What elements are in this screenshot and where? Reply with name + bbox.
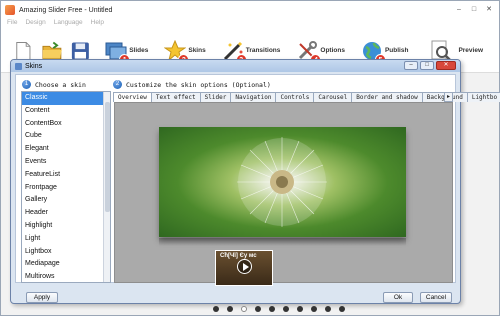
play-icon[interactable] [237, 259, 252, 274]
skins-label: Skins [188, 47, 206, 54]
preview-label: Preview [458, 47, 484, 54]
dandelion-illustration [237, 137, 327, 227]
skin-item-highlight[interactable]: Highlight [22, 220, 105, 233]
apply-button[interactable]: Apply [26, 292, 58, 303]
bullet-9[interactable] [325, 306, 331, 312]
step-circle-2: 2 [113, 80, 122, 89]
menu-design[interactable]: Design [25, 19, 45, 29]
publish-label: Publish [384, 47, 409, 54]
skin-item-cube[interactable]: Cube [22, 130, 105, 143]
tab-controls[interactable]: Controls [275, 92, 315, 102]
dialog-titlebar: Skins – □ ✕ [11, 60, 460, 72]
tab-lightbox[interactable]: Lightbo [466, 92, 500, 102]
options-tabs: Overview Text effect Slider Navigation C… [113, 92, 500, 102]
skin-item-light[interactable]: Light [22, 233, 105, 246]
skin-item-frontpage[interactable]: Frontpage [22, 182, 105, 195]
bullet-1[interactable] [213, 306, 219, 312]
choose-skin-heading: 1 Choose a skin [22, 80, 86, 89]
tab-text-effect[interactable]: Text effect [150, 92, 201, 102]
window-title: Amazing Slider Free - Untitled [19, 6, 113, 14]
menu-help[interactable]: Help [91, 19, 104, 29]
dialog-close-button[interactable]: ✕ [436, 61, 456, 70]
app-logo-icon [5, 5, 15, 15]
tab-border-and-shadow[interactable]: Border and shadow [351, 92, 423, 102]
bullet-3-active[interactable] [241, 306, 247, 312]
scrollbar-thumb[interactable] [105, 102, 110, 212]
choose-skin-label: Choose a skin [35, 80, 86, 89]
bullet-2[interactable] [227, 306, 233, 312]
skin-item-elegant[interactable]: Elegant [22, 143, 105, 156]
main-titlebar: Amazing Slider Free - Untitled – □ ✕ [1, 1, 499, 19]
skin-item-events[interactable]: Events [22, 156, 105, 169]
skin-item-multirows[interactable]: Multirows [22, 271, 105, 282]
skin-item-gallery[interactable]: Gallery [22, 194, 105, 207]
skins-dialog: Skins – □ ✕ 1 Choose a skin 2 Customize … [10, 59, 500, 312]
skin-item-mediapage[interactable]: Mediapage [22, 258, 105, 271]
skin-item-contentbox[interactable]: ContentBox [22, 118, 105, 131]
bullet-8[interactable] [311, 306, 317, 312]
step-circle-1: 1 [22, 80, 31, 89]
dialog-maximize-button[interactable]: □ [420, 61, 434, 70]
skin-item-lightbox[interactable]: Lightbox [22, 246, 105, 259]
bullet-6[interactable] [283, 306, 289, 312]
tab-navigation[interactable]: Navigation [230, 92, 277, 102]
skin-list-scrollbar[interactable] [103, 92, 110, 282]
skin-item-content[interactable]: Content [22, 105, 105, 118]
skin-item-classic[interactable]: Classic [22, 92, 105, 105]
slides-label: Slides [129, 47, 149, 54]
close-button[interactable]: ✕ [483, 4, 495, 14]
minimize-button[interactable]: – [453, 4, 465, 14]
customize-heading: 2 Customize the skin options (Optional) [113, 80, 271, 89]
dandelion-slide-image [159, 127, 406, 237]
skin-list[interactable]: Classic Content ContentBox Cube Elegant … [21, 91, 111, 283]
ok-button[interactable]: Ok [383, 292, 413, 303]
slide-shadow [159, 238, 406, 246]
menu-file[interactable]: File [7, 19, 17, 29]
tab-slider[interactable]: Slider [199, 92, 232, 102]
bullet-10[interactable] [339, 306, 345, 312]
bullet-7[interactable] [297, 306, 303, 312]
maximize-button[interactable]: □ [468, 4, 480, 14]
tab-overview[interactable]: Overview [113, 92, 152, 102]
slider-preview: Сћ[Чї] Єу мс [114, 102, 453, 312]
bullet-4[interactable] [255, 306, 261, 312]
dialog-minimize-button[interactable]: – [404, 61, 418, 70]
tab-carousel[interactable]: Carousel [313, 92, 353, 102]
bullet-5[interactable] [269, 306, 275, 312]
menu-language[interactable]: Language [54, 19, 83, 29]
options-label: Options [320, 47, 345, 54]
thumbnail-caption: Сћ[Чї] Єу мс [220, 253, 257, 259]
tab-scroll-right-icon[interactable]: ▸ [444, 92, 453, 102]
customize-label: Customize the skin options (Optional) [126, 80, 271, 89]
slide-bullets [213, 306, 345, 312]
dialog-icon [15, 62, 22, 70]
video-thumbnail[interactable]: Сћ[Чї] Єу мс [215, 250, 273, 286]
menubar: File Design Language Help [1, 19, 499, 29]
transitions-label: Transitions [245, 47, 281, 54]
dialog-title: Skins [25, 62, 43, 70]
skin-item-featurelist[interactable]: FeatureList [22, 169, 105, 182]
skin-item-header[interactable]: Header [22, 207, 105, 220]
cancel-button[interactable]: Cancel [420, 292, 452, 303]
